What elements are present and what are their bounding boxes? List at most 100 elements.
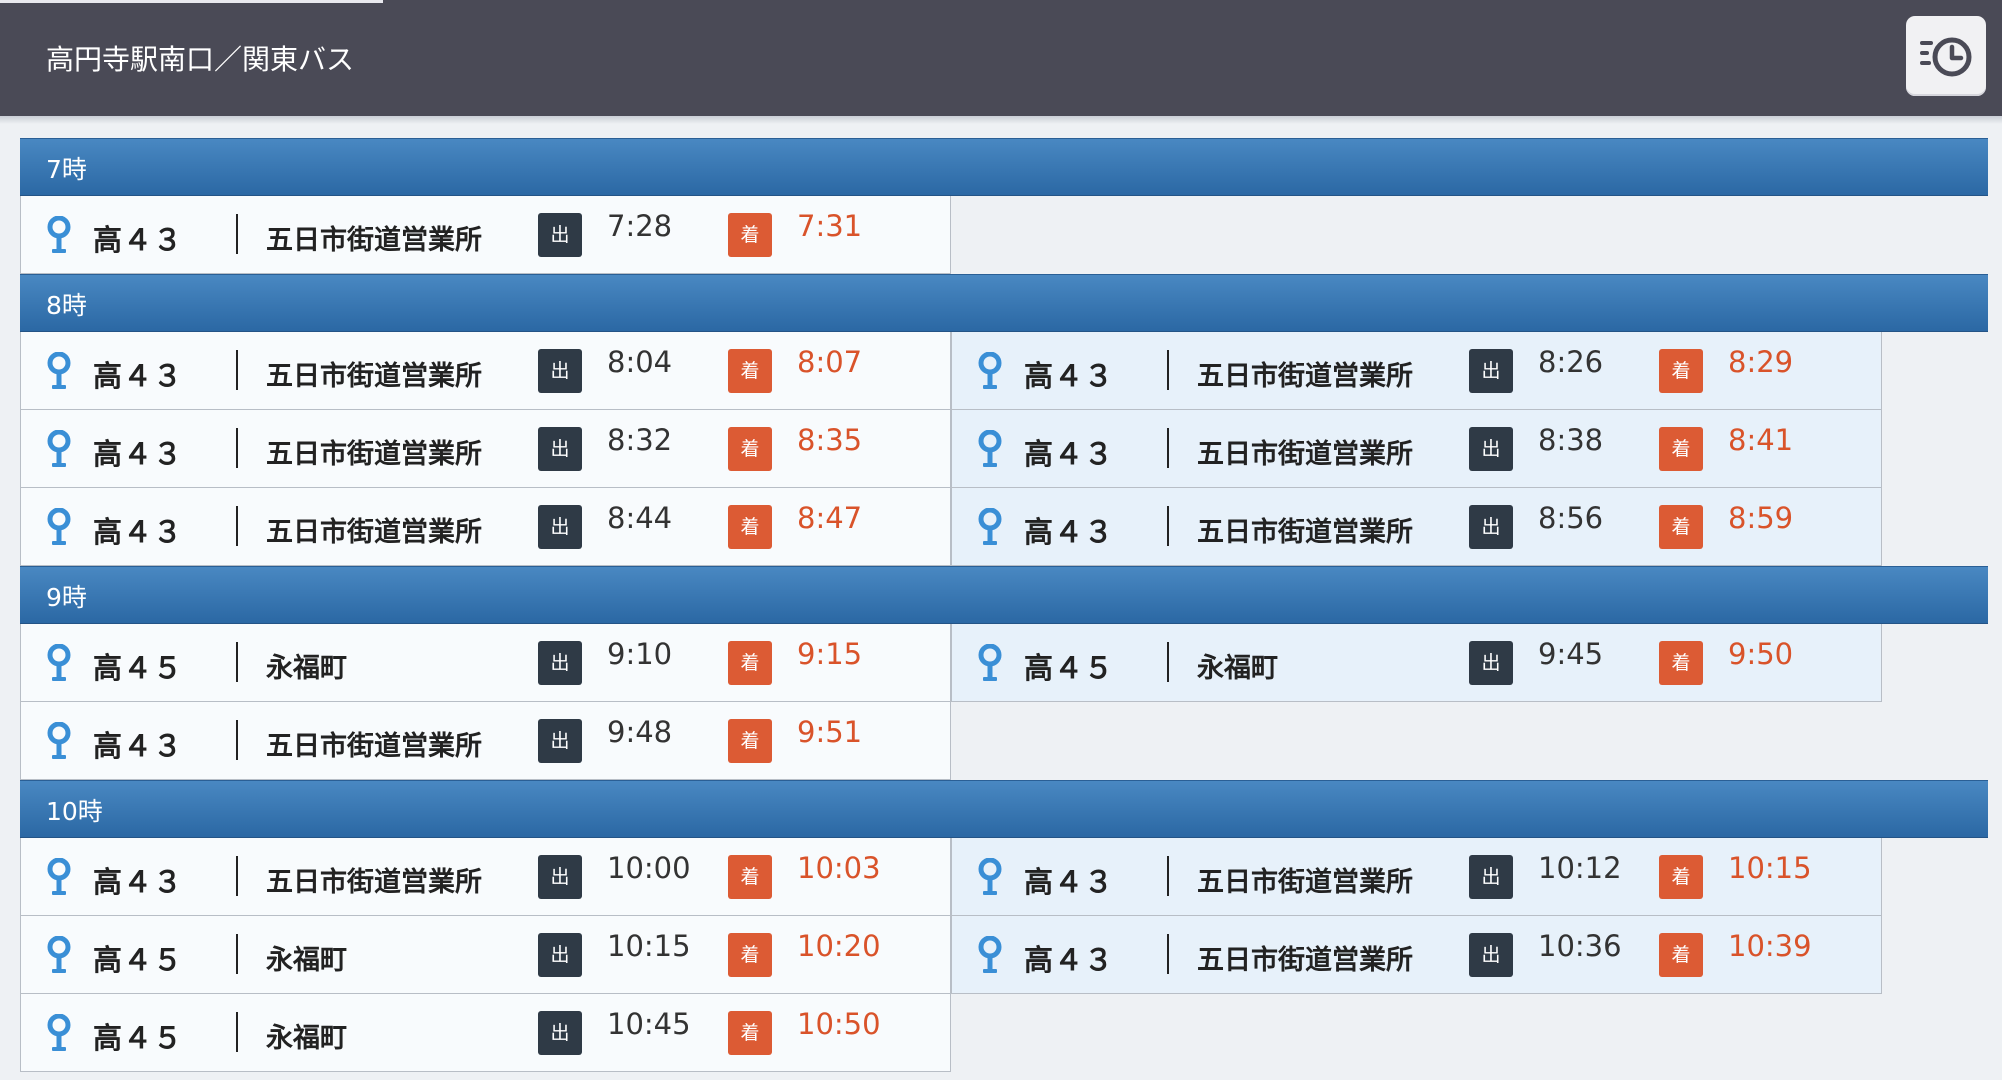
departure-entry[interactable]: 高４３ 五日市街道営業所 出 7:28 着 7:31 <box>20 196 951 274</box>
route-divider <box>1167 642 1169 682</box>
route-number: 高４３ <box>93 223 184 257</box>
arrival-badge: 着 <box>728 1011 772 1055</box>
route-number: 高４３ <box>93 515 184 549</box>
arrival-time: 8:07 <box>797 345 863 379</box>
arrival-time: 10:39 <box>1728 929 1812 963</box>
departure-entry[interactable]: 高４３ 五日市街道営業所 出 8:32 着 8:35 <box>20 410 951 488</box>
departure-time: 8:56 <box>1538 501 1604 535</box>
destination: 永福町 <box>266 653 347 684</box>
arrival-badge: 着 <box>728 427 772 471</box>
bus-stop-pin-icon <box>978 936 1002 973</box>
hour-header: 10時 <box>20 780 1988 838</box>
departure-entry[interactable]: 高４５ 永福町 出 9:45 着 9:50 <box>951 624 1882 702</box>
arrival-time: 9:15 <box>797 637 863 671</box>
route-number: 高４３ <box>1024 515 1115 549</box>
page-title: 高円寺駅南口／関東バス <box>46 43 355 76</box>
departure-entry[interactable]: 高４３ 五日市街道営業所 出 8:38 着 8:41 <box>951 410 1882 488</box>
destination: 五日市街道営業所 <box>266 867 482 898</box>
timetable: 7時 高４３ 五日市街道営業所出 7:28 着 7:31 8時 高４３ 五日市街道営業所出 8:0… <box>20 138 1988 1072</box>
hour-section: 10時 高４３ 五日市街道営業所出 10:00 着 10:03 高４３ 五日市街道営業所出 10… <box>20 780 1988 1072</box>
destination: 五日市街道営業所 <box>266 731 482 762</box>
route-number: 高４５ <box>93 943 184 977</box>
destination: 五日市街道営業所 <box>266 439 482 470</box>
route-divider <box>1167 350 1169 390</box>
arrival-time: 8:47 <box>797 501 863 535</box>
hour-header: 7時 <box>20 138 1988 196</box>
header-tab-indicator <box>0 0 383 3</box>
arrival-time: 9:50 <box>1728 637 1794 671</box>
destination: 永福町 <box>1197 653 1278 684</box>
departure-entry[interactable]: 高４３ 五日市街道営業所 出 9:48 着 9:51 <box>20 702 951 780</box>
departure-entry[interactable]: 高４５ 永福町 出 10:45 着 10:50 <box>20 994 951 1072</box>
destination: 五日市街道営業所 <box>1197 439 1413 470</box>
history-clock-icon <box>1920 37 1972 77</box>
departure-time: 8:44 <box>607 501 673 535</box>
departure-time: 9:45 <box>1538 637 1604 671</box>
route-number: 高４５ <box>1024 651 1115 685</box>
header-shadow <box>0 116 2002 124</box>
destination: 五日市街道営業所 <box>266 225 482 256</box>
hour-section: 7時 高４３ 五日市街道営業所 出 7:28 着 7:31 <box>20 138 1988 274</box>
arrival-badge: 着 <box>728 855 772 899</box>
arrival-time: 8:29 <box>1728 345 1794 379</box>
hour-section: 8時 高４３ 五日市街道営業所出 8:04 着 8:07 高４３ 五日市街道営業所出 8:26 着… <box>20 274 1988 566</box>
departure-time: 8:32 <box>607 423 673 457</box>
route-number: 高４３ <box>1024 359 1115 393</box>
departure-entry[interactable]: 高４３ 五日市街道営業所 出 10:36 着 10:39 <box>951 916 1882 994</box>
destination: 五日市街道営業所 <box>1197 361 1413 392</box>
arrival-badge: 着 <box>728 349 772 393</box>
arrival-time: 10:03 <box>797 851 881 885</box>
arrival-badge: 着 <box>728 933 772 977</box>
app-header: 高円寺駅南口／関東バス <box>0 0 2002 117</box>
departure-entry[interactable]: 高４５ 永福町 出 9:10 着 9:15 <box>20 624 951 702</box>
bus-stop-pin-icon <box>47 508 71 545</box>
departure-list: 高４５ 永福町出 9:10 着 9:15 高４５ 永福町出 9:45 着 9:50 高４３ 五日市街道… <box>20 624 1886 780</box>
route-divider <box>236 506 238 546</box>
departure-entry[interactable]: 高４５ 永福町 出 10:15 着 10:20 <box>20 916 951 994</box>
history-button[interactable] <box>1906 16 1986 96</box>
arrival-badge: 着 <box>1659 427 1703 471</box>
route-divider <box>236 934 238 974</box>
arrival-badge: 着 <box>1659 349 1703 393</box>
bus-stop-pin-icon <box>47 216 71 253</box>
departure-time: 8:38 <box>1538 423 1604 457</box>
route-divider <box>1167 934 1169 974</box>
route-divider <box>1167 428 1169 468</box>
arrival-time: 9:51 <box>797 715 863 749</box>
departure-entry[interactable]: 高４３ 五日市街道営業所 出 10:12 着 10:15 <box>951 838 1882 916</box>
departure-entry[interactable]: 高４３ 五日市街道営業所 出 8:44 着 8:47 <box>20 488 951 566</box>
departure-badge: 出 <box>538 719 582 763</box>
route-divider <box>236 350 238 390</box>
bus-stop-pin-icon <box>978 858 1002 895</box>
departure-time: 7:28 <box>607 209 673 243</box>
arrival-time: 10:20 <box>797 929 881 963</box>
hour-header: 9時 <box>20 566 1988 624</box>
arrival-badge: 着 <box>728 641 772 685</box>
departure-time: 10:00 <box>607 851 691 885</box>
route-divider <box>236 428 238 468</box>
departure-entry[interactable]: 高４３ 五日市街道営業所 出 8:04 着 8:07 <box>20 332 951 410</box>
departure-time: 9:48 <box>607 715 673 749</box>
departure-entry[interactable]: 高４３ 五日市街道営業所 出 8:26 着 8:29 <box>951 332 1882 410</box>
departure-entry[interactable]: 高４３ 五日市街道営業所 出 10:00 着 10:03 <box>20 838 951 916</box>
arrival-badge: 着 <box>1659 855 1703 899</box>
arrival-badge: 着 <box>728 719 772 763</box>
route-divider <box>1167 506 1169 546</box>
departure-badge: 出 <box>538 855 582 899</box>
departure-badge: 出 <box>1469 933 1513 977</box>
route-number: 高４５ <box>93 1021 184 1055</box>
arrival-badge: 着 <box>728 213 772 257</box>
bus-stop-pin-icon <box>47 858 71 895</box>
departure-entry[interactable]: 高４３ 五日市街道営業所 出 8:56 着 8:59 <box>951 488 1882 566</box>
route-number: 高４３ <box>93 359 184 393</box>
destination: 永福町 <box>266 1023 347 1054</box>
destination: 五日市街道営業所 <box>1197 867 1413 898</box>
departure-list: 高４３ 五日市街道営業所 出 7:28 着 7:31 <box>20 196 1886 274</box>
arrival-time: 8:35 <box>797 423 863 457</box>
arrival-time: 8:59 <box>1728 501 1794 535</box>
arrival-badge: 着 <box>1659 933 1703 977</box>
departure-time: 10:12 <box>1538 851 1622 885</box>
arrival-badge: 着 <box>1659 641 1703 685</box>
route-number: 高４３ <box>93 437 184 471</box>
arrival-time: 7:31 <box>797 209 863 243</box>
